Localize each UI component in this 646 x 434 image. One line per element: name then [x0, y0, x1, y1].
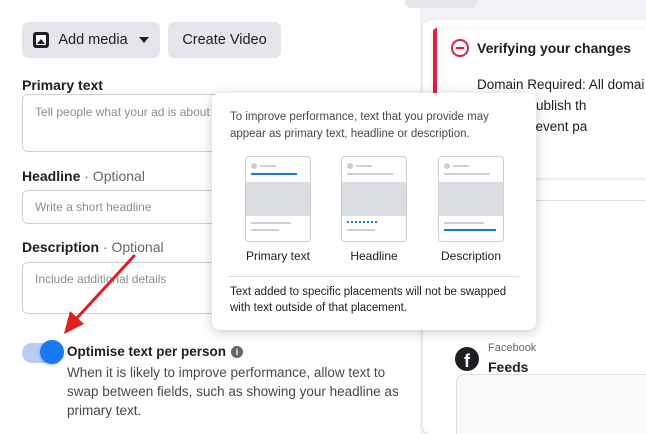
media-icon — [33, 32, 50, 48]
placement-name: Feeds — [488, 359, 529, 375]
headline-placeholder: Write a short headline — [35, 200, 152, 214]
description-optional: · Optional — [99, 239, 164, 255]
optimise-text-description: When it is likely to improve performance… — [67, 365, 399, 418]
create-video-button[interactable]: Create Video — [168, 22, 281, 58]
placement-label-headline: Headline — [350, 249, 398, 263]
create-video-label: Create Video — [182, 32, 267, 48]
error-icon — [451, 39, 469, 57]
placement-label-description: Description — [440, 249, 502, 263]
add-media-button[interactable]: Add media — [22, 22, 160, 58]
headline-optional: · Optional — [80, 168, 145, 184]
description-label: Description · Optional — [22, 239, 164, 255]
add-media-label: Add media — [58, 32, 128, 48]
optimise-text-title: Optimise text per person i — [67, 344, 244, 359]
alert-title: Verifying your changes — [477, 40, 632, 56]
tooltip-divider — [229, 276, 519, 277]
ad-preview-card — [456, 374, 646, 434]
description-placeholder: Include additional details — [35, 272, 167, 286]
top-bar-stub — [405, 0, 477, 8]
placement-platform: Facebook — [488, 342, 537, 354]
optimise-text-toggle[interactable] — [22, 340, 64, 368]
headline-label: Headline · Optional — [22, 168, 145, 184]
toggle-knob — [40, 340, 64, 364]
optimise-text-tooltip: To improve performance, text that you pr… — [212, 93, 536, 330]
primary-text-placeholder: Tell people what your ad is about — [35, 105, 210, 119]
description-mock-icon — [438, 156, 504, 242]
primary-text-label: Primary text — [22, 77, 103, 93]
primary-text-mock-icon — [245, 156, 311, 242]
info-icon[interactable]: i — [231, 345, 244, 358]
tooltip-intro: To improve performance, text that you pr… — [230, 111, 489, 140]
facebook-icon: f — [455, 347, 479, 371]
placement-label-primary: Primary text — [245, 249, 310, 263]
caret-down-icon — [138, 37, 149, 43]
headline-mock-icon — [341, 156, 407, 242]
tooltip-note: Text added to specific placements will n… — [230, 286, 507, 314]
